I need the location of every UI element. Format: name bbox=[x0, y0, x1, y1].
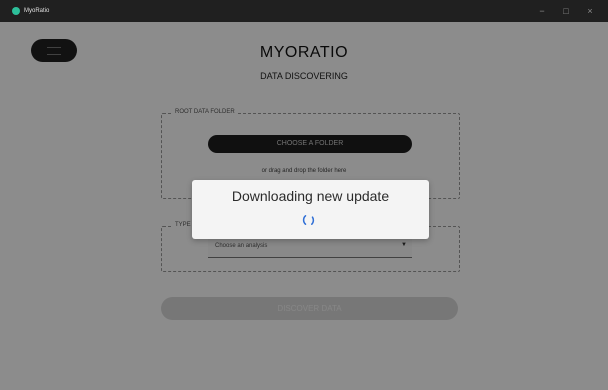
update-dialog: Downloading new update bbox=[192, 180, 429, 239]
window-title: MyoRatio bbox=[24, 8, 50, 14]
app-window: MyoRatio − □ × MYORATIO DATA DISCOVERING… bbox=[0, 0, 608, 390]
myoratio-app-icon bbox=[12, 7, 20, 15]
close-button[interactable]: × bbox=[578, 0, 602, 22]
update-dialog-message: Downloading new update bbox=[231, 188, 390, 204]
loading-spinner-icon bbox=[302, 215, 315, 225]
maximize-button[interactable]: □ bbox=[554, 0, 578, 22]
title-bar: MyoRatio − □ × bbox=[0, 0, 608, 22]
minimize-button[interactable]: − bbox=[530, 0, 554, 22]
window-controls: − □ × bbox=[530, 0, 602, 22]
